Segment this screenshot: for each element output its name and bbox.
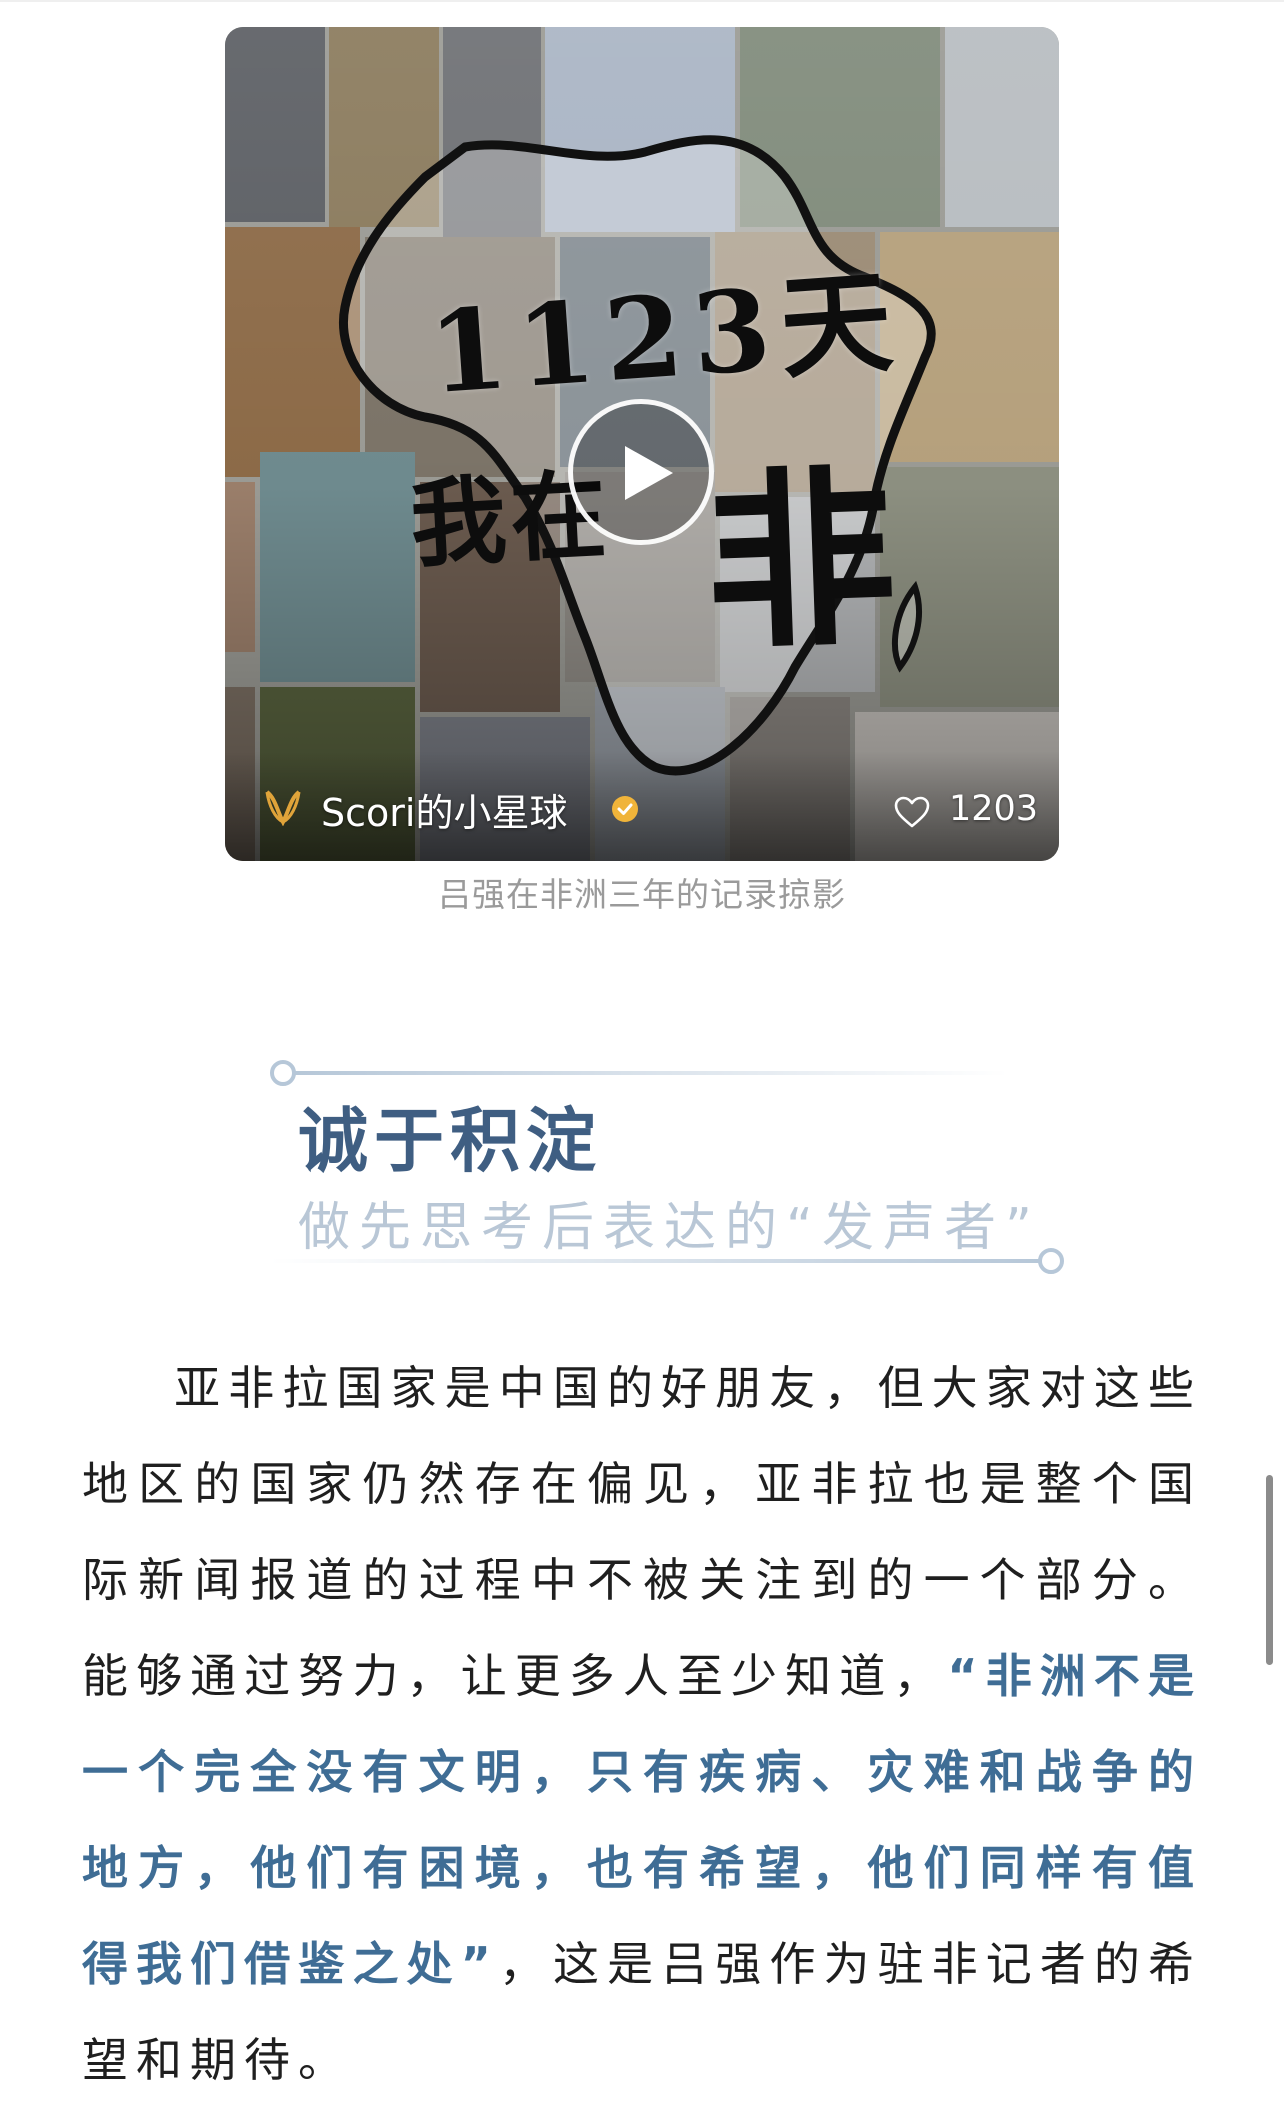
heading-rule-top [270, 1060, 1008, 1086]
heading-rule-bottom [270, 1248, 1064, 1274]
heart-icon[interactable] [893, 795, 931, 829]
article-page: 1123天 我在 非 Scori的小星球 1203 吕强在非洲三年的记录掠影 诚… [0, 0, 1284, 2115]
like-count: 1203 [949, 789, 1039, 829]
verified-icon [612, 796, 638, 822]
top-divider [0, 0, 1284, 2]
image-caption: 吕强在非洲三年的记录掠影 [438, 875, 846, 914]
play-icon [625, 446, 673, 500]
scrollbar[interactable] [1266, 1475, 1273, 1665]
article-paragraph: 亚非拉国家是中国的好朋友，但大家对这些地区的国家仍然存在偏见，亚非拉也是整个国际… [82, 1340, 1202, 2108]
video-title-big-char: 非 [701, 445, 900, 676]
account-name[interactable]: Scori的小星球 [321, 782, 567, 837]
play-button[interactable] [568, 399, 714, 545]
video-card[interactable]: 1123天 我在 非 Scori的小星球 1203 [225, 27, 1059, 861]
section-title: 诚于积淀 [298, 1100, 602, 1182]
account-logo-icon [265, 790, 301, 826]
